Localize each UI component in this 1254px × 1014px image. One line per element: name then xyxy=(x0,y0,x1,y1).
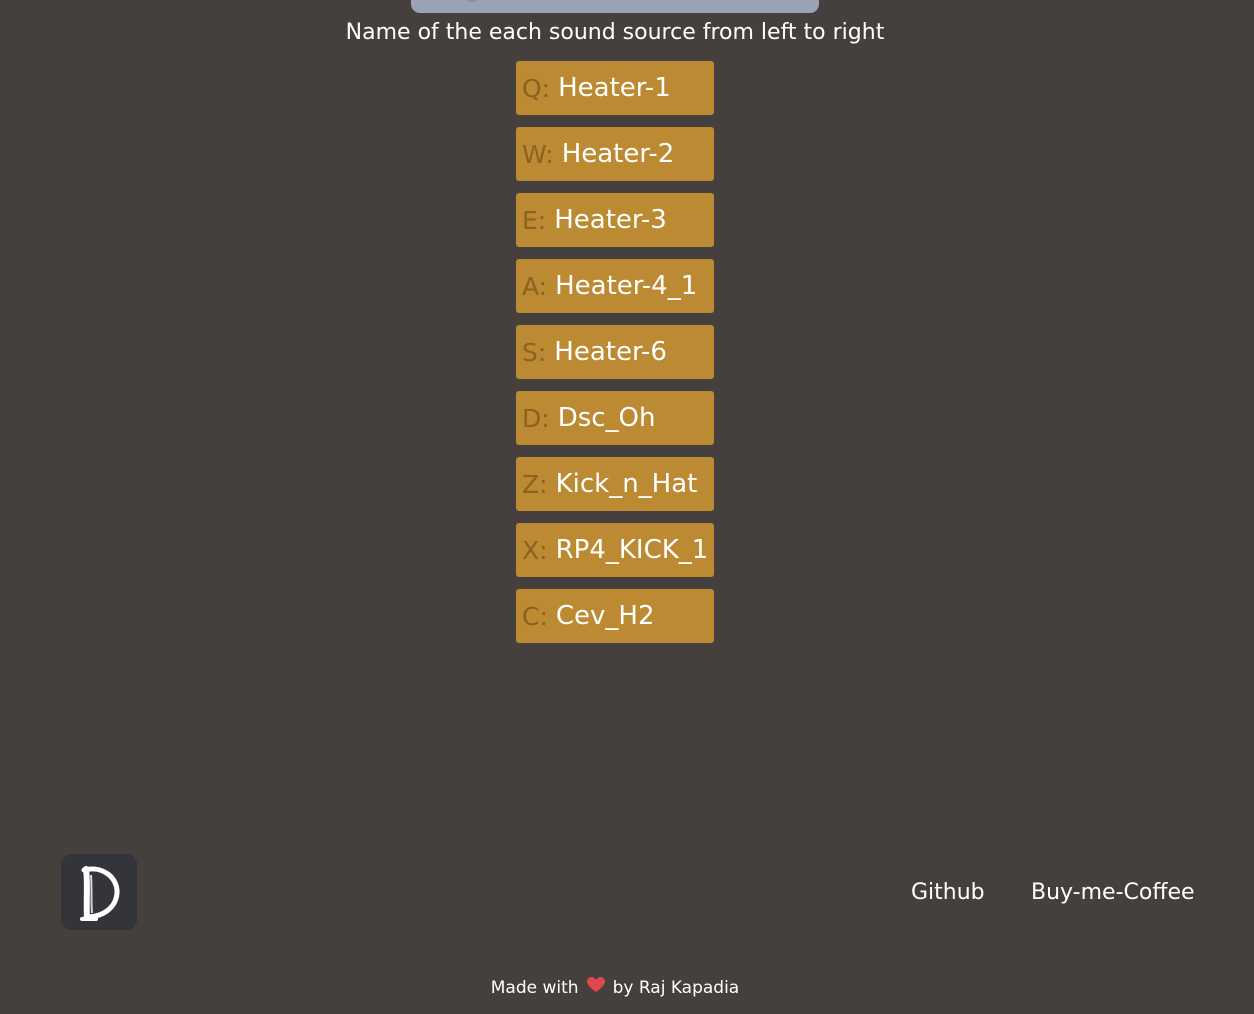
github-link[interactable]: Github xyxy=(911,878,985,908)
drum-pad-q[interactable]: Q: Heater-1 xyxy=(516,61,714,115)
drum-pad-z[interactable]: Z: Kick_n_Hat xyxy=(516,457,714,511)
site-logo[interactable] xyxy=(61,854,137,930)
pad-key-label: W: xyxy=(522,139,554,169)
drum-pad-s[interactable]: S: Heater-6 xyxy=(516,325,714,379)
pad-key-label: A: xyxy=(522,271,548,301)
pad-sound-name: Heater-3 xyxy=(554,205,667,235)
drum-pad-x[interactable]: X: RP4_KICK_1 xyxy=(516,523,714,577)
drum-pad-c[interactable]: C: Cev_H2 xyxy=(516,589,714,643)
drum-pad-d[interactable]: D: Dsc_Oh xyxy=(516,391,714,445)
brush-letter-d-logo-icon xyxy=(80,866,120,921)
pad-key-label: Z: xyxy=(522,469,548,499)
pad-key-label: E: xyxy=(522,205,547,235)
buy-me-coffee-link[interactable]: Buy-me-Coffee xyxy=(1031,878,1195,908)
footer-credit: Made with by Raj Kapadia xyxy=(0,976,1230,1000)
pad-key-label: Q: xyxy=(522,73,551,103)
pad-sound-name: Cev_H2 xyxy=(555,601,655,631)
pad-sound-name: Heater-1 xyxy=(558,73,671,103)
pad-key-label: X: xyxy=(522,535,548,565)
drum-pad-w[interactable]: W: Heater-2 xyxy=(516,127,714,181)
pad-sound-name: RP4_KICK_1 xyxy=(555,535,709,565)
instruction-text: Name of the each sound source from left … xyxy=(345,20,885,45)
pad-key-label: C: xyxy=(522,601,548,631)
drum-machine-page: Name of the each sound source from left … xyxy=(0,0,1254,1014)
pad-key-label: D: xyxy=(522,403,550,433)
drum-pad-a[interactable]: A: Heater-4_1 xyxy=(516,259,714,313)
pad-sound-name: Heater-2 xyxy=(561,139,675,169)
author-text: by Raj Kapadia xyxy=(612,978,740,998)
pad-sound-name: Heater-6 xyxy=(554,337,667,367)
heart-icon xyxy=(586,976,605,1000)
made-with-text: Made with xyxy=(490,978,579,998)
volume-slider-knob[interactable] xyxy=(465,0,479,2)
pad-sound-name: Dsc_Oh xyxy=(557,403,656,433)
volume-slider[interactable] xyxy=(411,0,819,13)
drum-pad-e[interactable]: E: Heater-3 xyxy=(516,193,714,247)
pad-key-label: S: xyxy=(522,337,547,367)
pad-sound-name: Heater-4_1 xyxy=(555,271,698,301)
pad-sound-name: Kick_n_Hat xyxy=(555,469,698,499)
drum-pad-list: Q: Heater-1 W: Heater-2 E: Heater-3 A: H… xyxy=(516,61,714,655)
